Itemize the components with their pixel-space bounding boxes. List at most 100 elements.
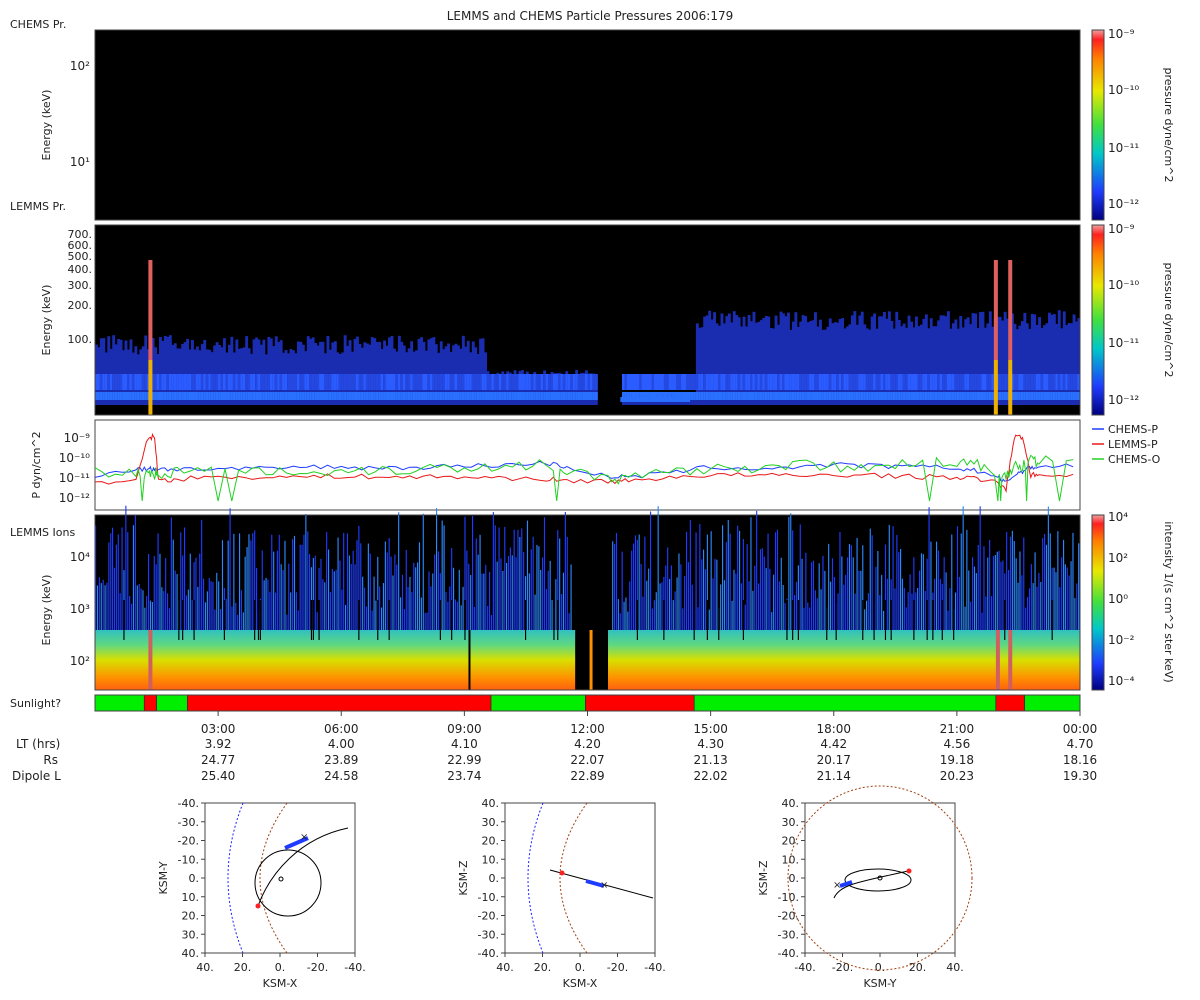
orbit-plot-1: -40. -30. -20. -10. 0. 10. 20. 30. 40.40. 20. 0. -2… — [157, 797, 366, 990]
ylabel-chems: Energy (keV) — [40, 90, 53, 161]
orbit-marker: × — [600, 880, 608, 891]
cbar-tick: 10² — [1108, 551, 1128, 565]
orbit-xtick: 0. — [575, 961, 586, 974]
lemms-pressure-spike — [1008, 260, 1013, 360]
cbar-tick: 10⁻¹¹ — [1108, 336, 1139, 350]
sunlight-segment — [1024, 694, 1081, 712]
orbit-ytick: 40. — [182, 947, 200, 960]
orbit-ytick: 0. — [189, 872, 200, 885]
orbit-marker — [255, 903, 261, 909]
orbit-xtick: 40. — [496, 961, 514, 974]
cbar-tick: 10⁰ — [1108, 592, 1128, 606]
ylabel-lines: P dyn/cm^2 — [30, 431, 43, 498]
ytick: 100. — [68, 333, 93, 346]
axis-row-value: 4.42 — [820, 737, 847, 751]
orbit-ytick: 20. — [782, 835, 800, 848]
ytick-chems-100: 10² — [70, 59, 90, 73]
time-axis: LT (hrs) Rs Dipole L 03:003.92 24.77 25.40… — [12, 711, 1097, 783]
ylabel-ions: Energy (keV) — [40, 575, 53, 646]
orbit-xtick: -40. — [794, 961, 815, 974]
time-tick-label: 09:00 — [447, 722, 482, 736]
cbar-tick: 10⁻¹⁰ — [1108, 83, 1139, 97]
panel-label-lemms: LEMMS Pr. — [10, 200, 66, 213]
panel-pressure-lines: P dyn/cm^2 10⁻⁹ 10⁻¹⁰ 10⁻¹¹ 10⁻¹² CHEMS-… — [30, 419, 1161, 511]
cbar-tick: 10⁻¹² — [1108, 197, 1139, 211]
axis-row-value: 22.89 — [570, 769, 604, 783]
orbit-xtick: 20. — [234, 961, 252, 974]
sunlight-segment — [143, 694, 157, 712]
orbit-xtick: 40. — [946, 961, 964, 974]
ytick: 200. — [68, 299, 93, 312]
cbar-tick: 10⁻⁹ — [1108, 27, 1135, 41]
axis-row-value: 23.74 — [447, 769, 481, 783]
cbar-tick: 10⁻¹⁰ — [1108, 278, 1139, 292]
ytick: 10⁻¹⁰ — [59, 451, 90, 465]
axis-row-value: 4.00 — [328, 737, 355, 751]
legend-chems-p: CHEMS-P — [1108, 423, 1158, 436]
axis-row-value: 4.56 — [944, 737, 971, 751]
panel-chems-pressure: CHEMS Pr. Energy (keV) 10¹ 10² 10⁻⁹ 10⁻¹… — [10, 18, 1175, 221]
axis-row-value: 19.18 — [940, 753, 974, 767]
colorbar-label-chems: pressure dyne/cm^2 — [1162, 68, 1175, 183]
orbit-ytick: 20. — [482, 835, 500, 848]
ytick: 400. — [68, 263, 93, 276]
time-tick-label: 18:00 — [816, 722, 851, 736]
ions-spike — [995, 630, 1000, 690]
row-label-lt: LT (hrs) — [16, 737, 60, 751]
orbit-plot-frame — [804, 802, 956, 954]
orbit-ytick: -10. — [178, 853, 199, 866]
panel-lemms-pressure: LEMMS Pr. Energy (keV) 700. 600. 500. 40… — [10, 200, 1175, 416]
colorbar-ions — [1091, 514, 1105, 691]
colorbar-label-ions: intensity 1/(s cm^2 ster keV) — [1162, 521, 1175, 682]
orbit-ytick: -40. — [478, 947, 499, 960]
axis-row-value: 20.23 — [940, 769, 974, 783]
orbit-ytick: -30. — [178, 816, 199, 829]
sunlight-segment — [187, 694, 492, 712]
row-label-dipole: Dipole L — [12, 769, 61, 783]
axis-row-value: 4.70 — [1067, 737, 1094, 751]
lemms-pressure-spike — [993, 260, 998, 360]
colorbar-lemms — [1091, 224, 1105, 416]
orbit-ytick: 40. — [782, 797, 800, 810]
orbit-marker: × — [300, 832, 308, 843]
time-tick-label: 21:00 — [940, 722, 975, 736]
ions-spike — [148, 630, 153, 690]
orbit-ytick: -20. — [178, 835, 199, 848]
legend: CHEMS-P LEMMS-P CHEMS-O — [1092, 423, 1161, 466]
axis-row-value: 24.58 — [324, 769, 358, 783]
axis-row-value: 18.16 — [1063, 753, 1097, 767]
sunlight-segment — [585, 694, 695, 712]
orbit-ytick: 10. — [782, 853, 800, 866]
panel-label-ions: LEMMS Ions — [10, 526, 75, 539]
ytick: 10² — [70, 654, 90, 668]
time-tick-label: 00:00 — [1063, 722, 1098, 736]
axis-row-value: 4.20 — [574, 737, 601, 751]
orbit-marker: × — [833, 880, 841, 891]
orbit-ylabel: KSM-Z — [757, 860, 770, 896]
orbit-xlabel: KSM-X — [263, 977, 298, 990]
time-tick-label: 15:00 — [693, 722, 728, 736]
orbit-plots: -40.-30.-20.-10.0.10.20.30.40.40. 20. 0. -2… — [157, 785, 973, 990]
lemms-pressure-spike — [1008, 360, 1013, 415]
time-tick-label: 12:00 — [570, 722, 605, 736]
colorbar-chems — [1091, 29, 1105, 221]
sunlight-segment — [995, 694, 1025, 712]
cbar-tick: 10⁴ — [1108, 510, 1128, 524]
orbit-xtick: 40. — [196, 961, 214, 974]
panel-lemms-ions: LEMMS Ions Energy (keV) 10⁴ 10³ 10² 10⁴ … — [10, 505, 1175, 691]
orbit-ylabel: KSM-Y — [157, 861, 170, 894]
orbit-ytick: -30. — [778, 928, 799, 941]
orbit-ytick: -40. — [778, 947, 799, 960]
orbit-ytick: 30. — [482, 816, 500, 829]
orbit-ytick: -40. — [178, 797, 199, 810]
lemms-pressure-spike — [993, 360, 998, 415]
panel-label-chems: CHEMS Pr. — [10, 18, 66, 31]
ytick: 10⁻¹² — [59, 491, 90, 505]
sunlight-bar: Sunlight? — [10, 694, 1081, 712]
orbit-plot-3: 40.30.20.10.0.-10.-20.-30.-40.-40. -20. 0.… — [757, 785, 973, 990]
orbit-ylabel: KSM-Z — [457, 860, 470, 896]
axis-row-value: 4.30 — [697, 737, 724, 751]
axis-row-value: 24.77 — [201, 753, 235, 767]
orbit-ytick: 30. — [782, 816, 800, 829]
ions-spike — [1008, 630, 1013, 690]
